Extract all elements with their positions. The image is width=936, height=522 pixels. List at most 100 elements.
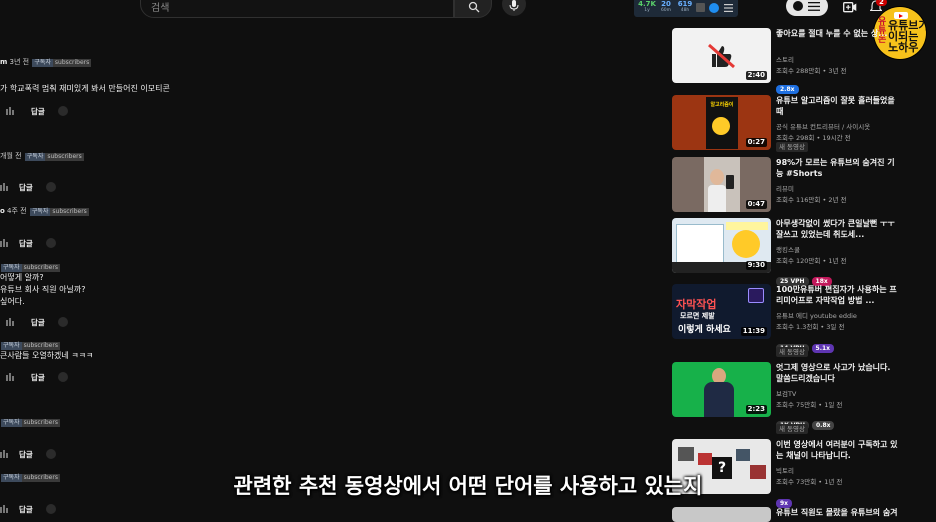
video-thumbnail[interactable]: 자막작업 모르면 제발 이렇게 하세요 11:39 — [672, 284, 771, 339]
reply-button[interactable]: 답글 — [19, 449, 33, 460]
video-thumbnail[interactable]: 2:40 — [672, 28, 771, 83]
related-video[interactable]: 2:40 좋아요를 절대 누를 수 없는 상... 스토리 조회수 288만회 … — [672, 28, 928, 94]
more-icon[interactable] — [46, 182, 56, 192]
video-duration: 11:39 — [740, 327, 767, 336]
reply-button[interactable]: 답글 — [31, 106, 45, 117]
video-thumbnail[interactable]: 0:47 — [672, 157, 771, 212]
video-title[interactable]: 엇그제 영상으로 사고가 났습니다. 말씀드리겠습니다 — [776, 362, 900, 384]
stat-2: 20 60m — [660, 0, 672, 13]
dislike-icon[interactable] — [6, 106, 15, 115]
thumbnail-text: 이렇게 하세요 — [678, 325, 731, 335]
vidiq-icon — [709, 3, 719, 13]
person-icon — [710, 169, 724, 185]
channel-name[interactable]: 랭킹스쿨 — [776, 244, 800, 254]
channel-name[interactable]: 보검TV — [776, 388, 796, 398]
dislike-icon[interactable] — [0, 182, 9, 191]
comment-text: 어떻게 알까? — [0, 273, 44, 282]
reply-button[interactable]: 답글 — [31, 317, 45, 328]
video-title[interactable]: 좋아요를 절대 누를 수 없는 상... — [776, 28, 900, 50]
search-icon — [468, 1, 480, 13]
related-video[interactable]: 2:23 엇그제 영상으로 사고가 났습니다. 말씀드리겠습니다 보검TV 조회… — [672, 362, 928, 434]
video-thumbnail[interactable]: 2:23 — [672, 362, 771, 417]
more-icon[interactable] — [46, 449, 56, 459]
channel-name[interactable]: 공식 유튜브 컨트리뷰터 / 사이시옷 — [776, 121, 870, 131]
reply-button[interactable]: 답글 — [19, 238, 33, 249]
video-duration: 2:23 — [745, 405, 767, 414]
more-icon[interactable] — [46, 504, 56, 514]
video-duration: 9:30 — [745, 261, 767, 270]
channel-name[interactable]: 유튜브 에디 youtube eddie — [776, 310, 857, 320]
thumbnail-text: 모르면 제발 — [680, 312, 715, 320]
more-icon[interactable] — [58, 372, 68, 382]
video-title[interactable]: 유튜브 직원도 몰랐을 유튜브의 숨겨진 기능 — [776, 507, 900, 518]
top-bar: 검색 4.7K 1y 20 60m 619 48h 2 — [0, 0, 936, 20]
channel-name[interactable]: 스토리 — [776, 54, 794, 64]
dislike-icon[interactable] — [6, 317, 15, 326]
extension-logo-icon — [793, 1, 803, 11]
video-views: 조회수 75만회 • 1일 전 — [776, 401, 843, 409]
video-thumbnail[interactable]: 9:30 — [672, 218, 771, 273]
create-video-icon[interactable] — [843, 2, 857, 13]
emoji-face-icon — [732, 230, 760, 258]
video-title[interactable]: 100만유튜버 편집자가 사용하는 프리미어프로 자막작업 방법 ... — [776, 284, 900, 306]
more-icon[interactable] — [58, 317, 68, 327]
comment-item: 구독자 subscribers — [1, 419, 60, 427]
related-video[interactable]: 유튜브 직원도 몰랐을 유튜브의 숨겨진 기능 — [672, 507, 928, 522]
notification-count-badge: 2 — [876, 0, 887, 6]
outlier-badge: 0.8x — [811, 421, 835, 430]
vidiq-stats-panel[interactable]: 4.7K 1y 20 60m 619 48h — [634, 0, 738, 17]
reply-button[interactable]: 답글 — [31, 372, 45, 383]
comment-actions: 답글 — [0, 316, 80, 328]
comment-text: 싶어다. — [0, 297, 25, 306]
comment-actions: 답글 — [0, 237, 80, 249]
more-icon[interactable] — [46, 238, 56, 248]
more-icon[interactable] — [58, 106, 68, 116]
comment-item: o 4주 전 구독자 subscribers — [0, 207, 89, 216]
dislike-icon[interactable] — [0, 238, 9, 247]
search-button[interactable] — [454, 0, 492, 18]
video-title[interactable]: 유튜브 알고리즘이 잘못 흘러들었을때 — [776, 95, 900, 117]
search-input[interactable]: 검색 — [140, 0, 454, 18]
emoji-face-icon — [712, 117, 730, 135]
extension-button[interactable] — [786, 0, 828, 16]
related-video[interactable]: 9:30 아무생각없이 썼다가 큰일날뻔 ㅜㅜ 잘쓰고 있었는데 취도세... … — [672, 218, 928, 286]
video-title[interactable]: 아무생각없이 썼다가 큰일날뻔 ㅜㅜ 잘쓰고 있었는데 취도세... — [776, 218, 900, 240]
no-like-icon — [708, 43, 735, 69]
channel-name[interactable]: 리뷰미 — [776, 183, 794, 193]
related-video[interactable]: 자막작업 모르면 제발 이렇게 하세요 11:39 100만유튜버 편집자가 사… — [672, 284, 928, 357]
video-thumbnail[interactable] — [672, 507, 771, 522]
video-badges: 25 VPH 18x — [776, 268, 835, 286]
dislike-icon[interactable] — [0, 504, 9, 513]
dislike-icon[interactable] — [6, 372, 15, 381]
chart-icon — [696, 3, 705, 12]
comment-actions: 답글 — [0, 371, 80, 383]
related-video[interactable]: 알고리즘이 0:27 유튜브 알고리즘이 잘못 흘러들었을때 공식 유튜브 컨트… — [672, 95, 928, 152]
video-duration: 0:27 — [745, 138, 767, 147]
comment-item: 구독자 subscribers 큰사람들 오열하겠네 ㅋㅋㅋ — [0, 342, 94, 360]
reply-button[interactable]: 답글 — [19, 504, 33, 515]
video-title[interactable]: 이번 영상에서 여러분이 구독하고 있는 채널이 나타납니다. — [776, 439, 900, 461]
video-views: 조회수 298회 • 19시간 전 — [776, 134, 851, 142]
video-title[interactable]: 98%가 모르는 유튜브의 숨겨진 기능 #Shorts — [776, 157, 900, 179]
video-badges: 1K VPH0.8x — [776, 412, 837, 430]
comment-text: 큰사람들 오열하겠네 ㅋㅋㅋ — [0, 351, 94, 360]
comment-item: 구독자 subscribers 어떻게 알까? 유튜브 회사 직원 아닐까? 싶어… — [0, 264, 86, 306]
new-video-tag: 새 동영상 — [776, 424, 808, 434]
comment-actions: 답글 — [0, 503, 80, 515]
related-video[interactable]: 0:47 98%가 모르는 유튜브의 숨겨진 기능 #Shorts 리뷰미 조회… — [672, 157, 928, 213]
youtube-logo-icon — [894, 12, 908, 19]
video-views: 조회수 1.3천회 • 3일 전 — [776, 323, 845, 331]
video-thumbnail[interactable]: 알고리즘이 0:27 — [672, 95, 771, 150]
video-subtitle: 관련한 추천 동영상에서 어떤 단어를 사용하고 있는지 — [233, 474, 703, 498]
reply-button[interactable]: 답글 — [19, 182, 33, 193]
comment-actions: 답글 — [0, 448, 80, 460]
dislike-icon[interactable] — [0, 449, 9, 458]
phone-icon — [726, 175, 734, 189]
video-views: 조회수 120만회 • 1년 전 — [776, 257, 847, 265]
voice-search-button[interactable] — [502, 0, 526, 16]
list-icon — [808, 2, 820, 11]
video-views: 조회수 288만회 • 3년 전 — [776, 67, 847, 75]
new-video-tag: 새 동영상 — [776, 347, 808, 357]
comment-item: 개월 전 구독자 subscribers — [0, 152, 84, 161]
menu-icon — [724, 4, 733, 12]
